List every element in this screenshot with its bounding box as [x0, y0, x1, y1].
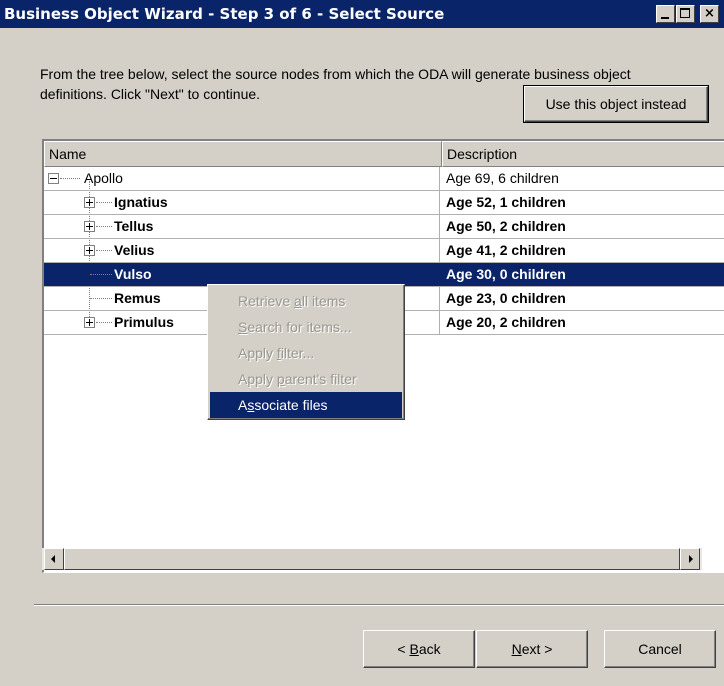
description-cell: Age 41, 2 children — [446, 242, 566, 258]
description-cell: Age 50, 2 children — [446, 218, 566, 234]
menu-item-retrieve-all-items[interactable]: Retrieve all items — [210, 288, 402, 314]
back-button[interactable]: < Back — [363, 630, 475, 668]
cancel-button[interactable]: Cancel — [604, 630, 716, 668]
description-cell: Age 20, 2 children — [446, 314, 566, 330]
name-cell: Tellus — [44, 215, 440, 238]
scroll-right-button[interactable] — [680, 548, 700, 570]
column-header-description[interactable]: Description — [442, 141, 724, 167]
tree-connector — [96, 202, 112, 203]
tree-connector — [96, 322, 112, 323]
tree-row-velius[interactable]: Velius Age 41, 2 children — [44, 239, 724, 263]
description-cell: Age 30, 0 children — [446, 266, 566, 282]
close-icon: × — [704, 6, 715, 21]
tree-connector — [60, 178, 80, 179]
wizard-window: Business Object Wizard - Step 3 of 6 - S… — [0, 0, 724, 686]
minimize-button[interactable] — [656, 5, 675, 23]
menu-item-apply-parents-filter[interactable]: Apply parent's filter — [210, 366, 402, 392]
scroll-left-button[interactable] — [44, 548, 64, 570]
description-cell: Age 52, 1 children — [446, 194, 566, 210]
menu-item-search-for-items[interactable]: Search for items... — [210, 314, 402, 340]
tree-connector — [90, 274, 112, 275]
title-bar: Business Object Wizard - Step 3 of 6 - S… — [0, 0, 724, 28]
node-label: Velius — [114, 242, 155, 258]
tree-connector — [90, 298, 112, 299]
name-cell: Vulso — [44, 263, 440, 286]
horizontal-scrollbar[interactable] — [42, 548, 702, 570]
menu-item-apply-filter[interactable]: Apply filter... — [210, 340, 402, 366]
arrow-left-icon — [51, 555, 55, 563]
context-menu: Retrieve all items Search for items... A… — [207, 284, 405, 420]
name-cell: Velius — [44, 239, 440, 262]
close-button[interactable]: × — [700, 5, 719, 23]
maximize-button[interactable] — [676, 5, 695, 23]
node-label: Ignatius — [114, 194, 168, 210]
scroll-thumb[interactable] — [64, 548, 680, 570]
expand-icon[interactable] — [84, 221, 95, 232]
maximize-icon — [680, 8, 690, 18]
next-button[interactable]: Next > — [476, 630, 588, 668]
minimize-icon — [661, 17, 669, 19]
node-label: Apollo — [84, 170, 123, 186]
node-label: Vulso — [114, 266, 152, 282]
window-title: Business Object Wizard - Step 3 of 6 - S… — [4, 5, 445, 23]
expand-icon[interactable] — [84, 197, 95, 208]
expand-icon[interactable] — [84, 317, 95, 328]
arrow-right-icon — [689, 555, 693, 563]
name-cell: Apollo — [44, 167, 440, 190]
tree-row-apollo[interactable]: Apollo Age 69, 6 children — [44, 167, 724, 191]
use-object-instead-button[interactable]: Use this object instead — [523, 85, 709, 123]
footer-separator — [34, 604, 724, 606]
name-cell: Ignatius — [44, 191, 440, 214]
node-label: Tellus — [114, 218, 154, 234]
tree-row-tellus[interactable]: Tellus Age 50, 2 children — [44, 215, 724, 239]
tree-connector — [96, 250, 112, 251]
expand-icon[interactable] — [84, 245, 95, 256]
collapse-icon[interactable] — [48, 173, 59, 184]
column-header-name[interactable]: Name — [44, 141, 442, 167]
tree-connector — [96, 226, 112, 227]
description-cell: Age 23, 0 children — [446, 290, 566, 306]
description-cell: Age 69, 6 children — [446, 170, 559, 186]
tree-row-ignatius[interactable]: Ignatius Age 52, 1 children — [44, 191, 724, 215]
node-label: Primulus — [114, 314, 174, 330]
node-label: Remus — [114, 290, 161, 306]
menu-item-associate-files[interactable]: Associate files — [210, 392, 402, 418]
